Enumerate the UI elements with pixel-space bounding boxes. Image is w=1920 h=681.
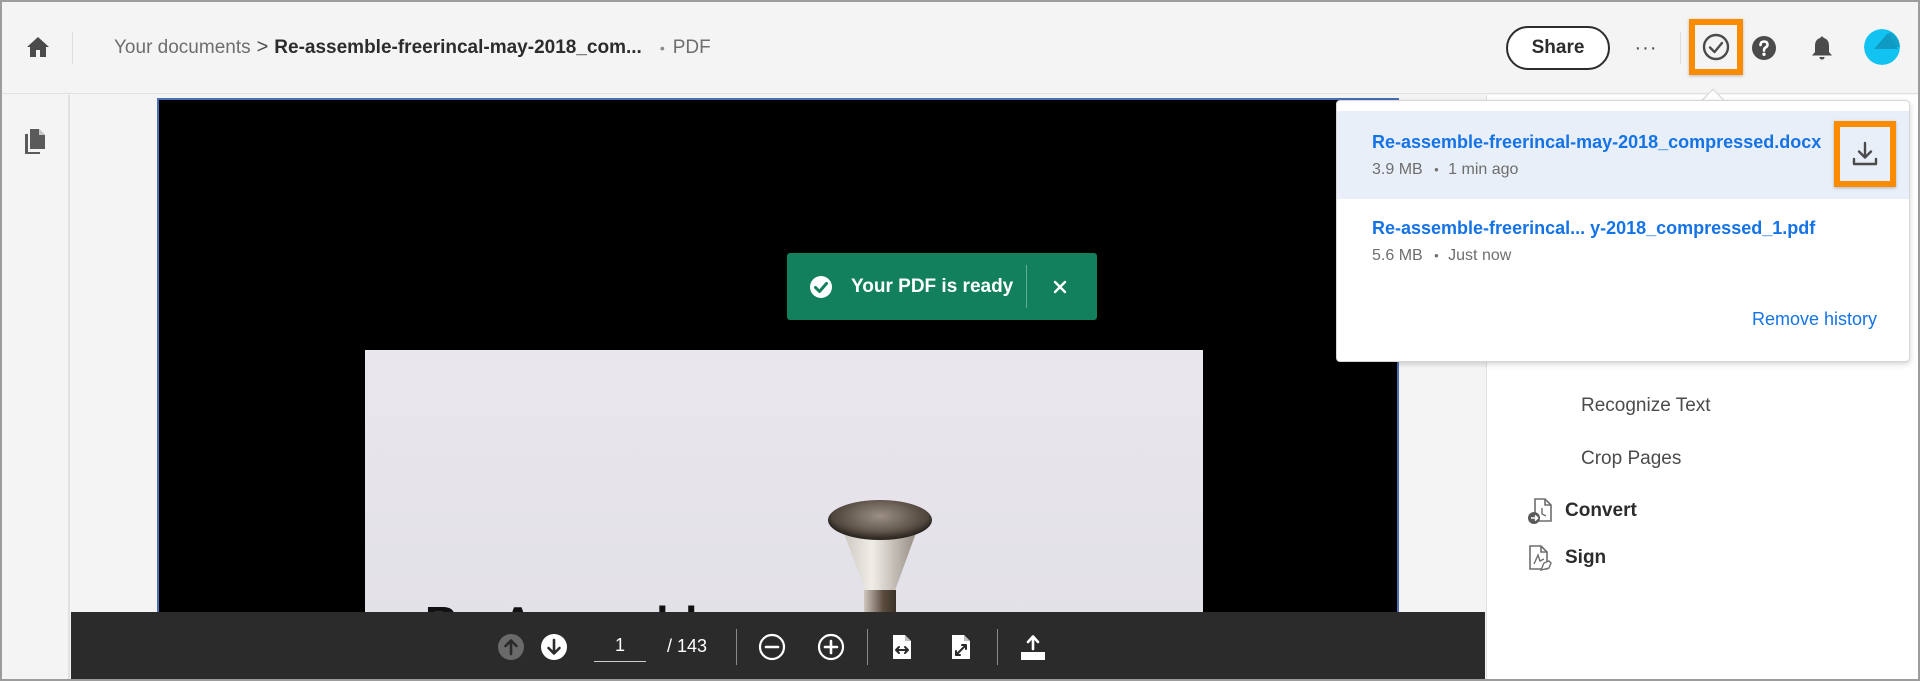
history-file-time: 1 min ago — [1448, 161, 1519, 178]
history-item[interactable]: Re-assemble-freerincal-may-2018_compress… — [1337, 111, 1909, 199]
divider — [1680, 32, 1681, 64]
history-item[interactable]: Re-assemble-freerincal... y-2018_compres… — [1337, 201, 1909, 289]
fit-page-icon — [952, 635, 970, 659]
upload-icon — [1021, 635, 1045, 660]
breadcrumb: Your documents > Re-assemble-freerincal-… — [114, 36, 711, 59]
current-page-input[interactable] — [594, 630, 646, 662]
toast-message: Your PDF is ready — [851, 275, 1014, 297]
top-bar: Your documents > Re-assemble-freerincal-… — [2, 2, 1918, 94]
tool-recognize-text[interactable]: Recognize Text — [1581, 395, 1711, 417]
arrow-down-circle-icon — [541, 634, 567, 660]
category-convert[interactable]: Convert — [1527, 497, 1637, 525]
download-icon — [1852, 141, 1878, 166]
history-file-size: 5.6 MB — [1372, 247, 1423, 264]
next-page-button[interactable] — [536, 629, 572, 665]
zoom-out-icon — [758, 633, 786, 661]
bell-icon — [1812, 36, 1832, 60]
toolbar-divider — [736, 629, 737, 665]
category-sign[interactable]: Sign — [1527, 544, 1606, 572]
category-sign-label: Sign — [1565, 547, 1607, 568]
file-status-button[interactable] — [1689, 19, 1743, 75]
toolbar-divider — [867, 629, 868, 665]
page-thumbnails-button[interactable] — [22, 127, 50, 157]
share-button[interactable]: Share — [1506, 26, 1610, 70]
check-circle-icon — [1702, 33, 1730, 61]
screw-head — [828, 500, 932, 540]
fit-width-icon — [893, 635, 911, 659]
tool-crop-pages[interactable]: Crop Pages — [1581, 448, 1681, 470]
history-file-name[interactable]: Re-assemble-freerincal... y-2018_compres… — [1372, 218, 1815, 239]
notifications-button[interactable] — [1806, 32, 1838, 64]
screw-shank — [864, 590, 896, 613]
pdf-page: Re-Assemble — [157, 98, 1399, 613]
check-circle-filled-icon — [810, 275, 832, 298]
history-file-time: Just now — [1448, 247, 1512, 264]
total-pages: / 143 — [667, 636, 708, 656]
home-icon — [27, 37, 49, 57]
fit-width-button[interactable] — [884, 629, 920, 665]
history-file-name[interactable]: Re-assemble-freerincal-may-2018_compress… — [1372, 132, 1821, 153]
separator-dot: • — [1434, 162, 1439, 177]
toolbar-divider — [997, 629, 998, 665]
separator-dot: • — [659, 39, 665, 56]
divider — [72, 32, 73, 64]
history-file-meta: 3.9 MB • 1 min ago — [1372, 161, 1518, 179]
chevron-right-icon: > — [256, 36, 269, 58]
toast-divider — [1026, 265, 1027, 308]
category-convert-label: Convert — [1565, 500, 1637, 521]
more-options-button[interactable]: ··· — [1630, 32, 1662, 64]
avatar-image — [1864, 29, 1900, 65]
document-viewer: Re-Assemble Your PDF is ready / 143 — [71, 95, 1485, 679]
zoom-in-icon — [817, 633, 845, 661]
app-window: Your documents > Re-assemble-freerincal-… — [0, 0, 1920, 681]
page-navigation-toolbar: / 143 — [71, 612, 1485, 679]
separator-dot: • — [1434, 248, 1439, 263]
sign-icon — [1529, 545, 1552, 572]
download-button[interactable] — [1834, 121, 1896, 187]
arrow-up-circle-icon — [498, 634, 524, 660]
document-type: PDF — [672, 36, 711, 58]
upload-button[interactable] — [1015, 629, 1051, 665]
history-file-meta: 5.6 MB • Just now — [1372, 247, 1511, 265]
remove-history-link[interactable]: Remove history — [1752, 309, 1877, 330]
history-file-size: 3.9 MB — [1372, 161, 1423, 178]
close-icon — [1053, 280, 1067, 294]
home-button[interactable] — [22, 32, 54, 62]
breadcrumb-your-documents[interactable]: Your documents — [114, 37, 251, 59]
zoom-in-button[interactable] — [813, 629, 849, 665]
toast-close-button[interactable] — [1043, 270, 1077, 304]
zoom-out-button[interactable] — [754, 629, 790, 665]
previous-page-button[interactable] — [493, 629, 529, 665]
page-heading-fragment: Re-Assemble — [425, 598, 726, 613]
recent-files-popover: Re-assemble-freerincal-may-2018_compress… — [1336, 100, 1910, 362]
pages-icon — [25, 129, 45, 154]
convert-icon — [1528, 498, 1552, 524]
document-title: Re-assemble-freerincal-may-2018_com... — [274, 36, 642, 58]
user-avatar[interactable] — [1864, 29, 1900, 65]
pdf-ready-toast: Your PDF is ready — [787, 253, 1097, 320]
left-rail — [2, 95, 70, 679]
help-icon — [1752, 36, 1776, 60]
page-photo-screw: Re-Assemble — [365, 350, 1203, 613]
help-button[interactable] — [1748, 32, 1780, 64]
fit-page-button[interactable] — [943, 629, 979, 665]
